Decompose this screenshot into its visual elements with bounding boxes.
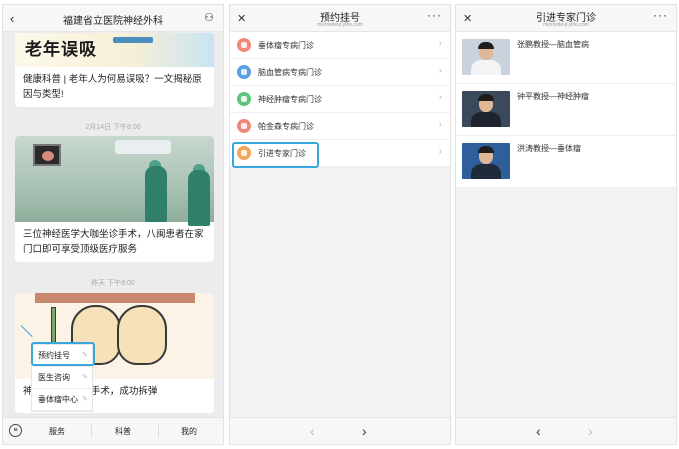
more-icon[interactable]: ··· (653, 8, 668, 22)
chevron-right-icon: › (438, 146, 442, 157)
page-url: micrositeut.yiho.com (543, 22, 589, 28)
wechat-official-account-screen: ‹ 福建省立医院神经外科 ⚇ 老年误吸 健康科普 | 老年人为何易误吸？一文揭秘… (2, 4, 224, 445)
expert-name: 张鹏教授—脑血管病 (517, 40, 589, 49)
profile-icon[interactable]: ⚇ (204, 11, 215, 24)
book-graphic (35, 293, 195, 303)
chevron-right-icon: › (438, 119, 442, 130)
clinic-item-cerebrovascular[interactable]: 脑血管病专病门诊 › (230, 59, 450, 86)
timestamp-1: 2月14日 下午8:00 (85, 124, 141, 131)
article-card-1[interactable]: 老年误吸 健康科普 | 老年人为何易误吸？一文揭秘原因与类型! (15, 33, 214, 107)
surgeon-figure (188, 170, 210, 226)
nav-back-icon[interactable]: ‹ (536, 423, 541, 439)
expert-item[interactable]: 张鹏教授—脑血管病 (456, 32, 676, 84)
keyboard-icon[interactable]: ≡ (9, 424, 22, 437)
expert-list: 张鹏教授—脑血管病 钟平教授—神经肿瘤 洪涛教授—垂体瘤 (456, 32, 676, 188)
nav-back-icon[interactable]: ‹ (310, 423, 315, 439)
browser-nav-bar: ‹ › (456, 417, 676, 444)
clinic-label: 帕金森专病门诊 (258, 122, 314, 131)
top-bar: ‹ 福建省立医院神经外科 ⚇ (3, 5, 223, 32)
menu-item-label: 医生咨询 (38, 373, 70, 382)
highlight-box (232, 142, 319, 168)
article-title-3-suffix: "手术，成功拆弹 (87, 386, 158, 397)
monitor-graphic (33, 144, 61, 166)
article-title-2: 三位神经医学大咖坐诊手术，八闽患者在家门口即可享受顶级医疗服务 (23, 229, 204, 255)
browser-nav-bar: ‹ › (230, 417, 450, 444)
menu-item-pituitary-center[interactable]: 垂体瘤中心 ✎ (32, 389, 92, 411)
article-cover-1: 老年误吸 (15, 33, 214, 67)
clinic-label: 垂体瘤专病门诊 (258, 41, 314, 50)
expert-item[interactable]: 钟平教授—神经肿瘤 (456, 84, 676, 136)
expert-photo (462, 39, 510, 75)
clinic-item-neuro-oncology[interactable]: 神经肿瘤专病门诊 › (230, 86, 450, 113)
menu-item-consult[interactable]: 医生咨询 ✎ (32, 367, 92, 389)
clinic-item-pituitary[interactable]: 垂体瘤专病门诊 › (230, 32, 450, 59)
expert-name: 钟平教授—神经肿瘤 (517, 92, 589, 101)
edit-icon: ✎ (82, 374, 88, 381)
clinic-icon (237, 38, 251, 52)
clinic-item-parkinson[interactable]: 帕金森专病门诊 › (230, 113, 450, 140)
clinic-icon (237, 92, 251, 106)
tab-divider (158, 425, 159, 437)
timestamp-2: 昨天 下午8:00 (91, 280, 135, 287)
article-card-2[interactable]: 三位神经医学大咖坐诊手术，八闽患者在家门口即可享受顶级医疗服务 (15, 136, 214, 262)
appointment-screen: ✕ 预约挂号 micrositeut.yiho.com ··· 垂体瘤专病门诊 … (229, 4, 451, 445)
surgeon-figure (145, 166, 167, 222)
expert-photo (462, 91, 510, 127)
bottom-menu-bar: ≡ 服务 科普 我的 (3, 417, 223, 444)
page-url: micrositeut.yiho.com (317, 22, 363, 28)
chevron-right-icon: › (438, 92, 442, 103)
highlight-box (31, 342, 95, 366)
more-icon[interactable]: ··· (427, 8, 442, 22)
chevron-right-icon: › (438, 65, 442, 76)
account-title: 福建省立医院神经外科 (63, 16, 163, 27)
clinic-icon (237, 119, 251, 133)
surgical-lamp (115, 140, 171, 154)
top-bar: ✕ 预约挂号 micrositeut.yiho.com ··· (230, 5, 450, 32)
chevron-right-icon: › (438, 38, 442, 49)
tab-divider (91, 425, 92, 437)
tab-science[interactable]: 科普 (115, 426, 131, 437)
edit-icon: ✎ (82, 396, 88, 403)
article-cover-2 (15, 136, 214, 226)
article-title-1: 健康科普 | 老年人为何易误吸？一文揭秘原因与类型! (23, 74, 202, 100)
cover-heading: 老年误吸 (25, 40, 97, 59)
tab-mine[interactable]: 我的 (181, 426, 197, 437)
tab-service[interactable]: 服务 (49, 426, 65, 437)
expert-clinic-screen: ✕ 引进专家门诊 micrositeut.yiho.com ··· 张鹏教授—脑… (455, 4, 677, 445)
nav-forward-icon[interactable]: › (362, 423, 367, 439)
top-bar: ✕ 引进专家门诊 micrositeut.yiho.com ··· (456, 5, 676, 32)
brain-graphic (117, 305, 167, 365)
expert-item[interactable]: 洪涛教授—垂体瘤 (456, 136, 676, 188)
clinic-label: 脑血管病专病门诊 (258, 68, 322, 77)
menu-item-label: 垂体瘤中心 (38, 395, 78, 404)
clinic-label: 神经肿瘤专病门诊 (258, 95, 322, 104)
expert-name: 洪涛教授—垂体瘤 (517, 144, 581, 153)
clinic-icon (237, 65, 251, 79)
cover-tag (113, 37, 153, 43)
nav-forward-icon[interactable]: › (588, 423, 593, 439)
expert-photo (462, 143, 510, 179)
